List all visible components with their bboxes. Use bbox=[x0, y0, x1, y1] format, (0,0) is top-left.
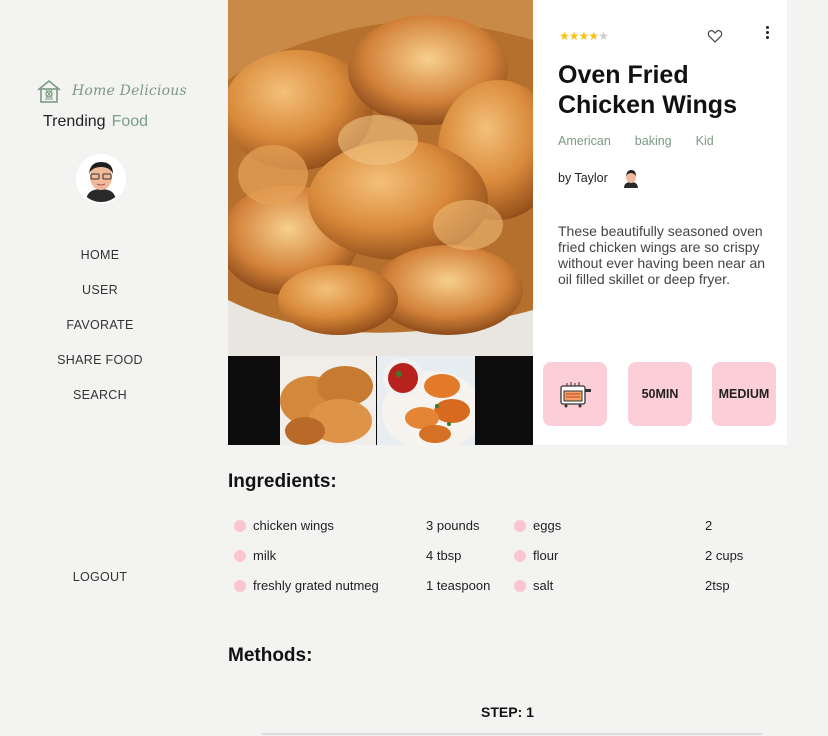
user-avatar-image bbox=[78, 156, 124, 202]
brand-logo[interactable]: Home Delicious bbox=[36, 78, 187, 104]
thumbnail-wings-image bbox=[280, 356, 376, 445]
star-icon: ★ bbox=[588, 29, 599, 43]
ingredient-qty: 4 tbsp bbox=[426, 548, 462, 563]
star-icon: ★ bbox=[578, 29, 590, 43]
recipe-hero-image bbox=[228, 0, 533, 356]
ingredient-qty: 2tsp bbox=[705, 578, 730, 593]
ingredient-name: milk bbox=[253, 548, 277, 563]
fried-chicken-photo bbox=[228, 0, 533, 356]
methods-heading: Methods: bbox=[228, 645, 313, 666]
more-options-icon[interactable] bbox=[763, 26, 771, 44]
nav-favorite[interactable]: FAVORATE bbox=[0, 316, 200, 351]
ingredient-name: chicken wings bbox=[253, 518, 334, 533]
food-label: Food bbox=[111, 113, 149, 130]
star-icon: ★ bbox=[559, 29, 570, 43]
tag[interactable]: American bbox=[558, 134, 611, 148]
ingredient-row: chicken wings 3 pounds eggs 2 bbox=[234, 518, 794, 536]
nav-search[interactable]: SEARCH bbox=[0, 386, 200, 421]
recipe-detail-card: ★★★★★ Oven Fried Chicken Wings American … bbox=[533, 0, 787, 445]
ingredient-row: milk 4 tbsp flour 2 cups bbox=[234, 548, 794, 566]
bullet-dot-icon bbox=[514, 580, 526, 592]
ingredient-qty: 2 bbox=[705, 518, 713, 533]
star-icon: ★ bbox=[568, 29, 580, 43]
bullet-dot-icon bbox=[234, 580, 246, 592]
ingredient-qty: 3 pounds bbox=[426, 518, 480, 533]
author-name: by Taylor bbox=[558, 171, 608, 185]
tag[interactable]: Kid bbox=[696, 134, 714, 148]
recipe-author[interactable]: by Taylor bbox=[558, 168, 640, 188]
nav-user[interactable]: USER bbox=[0, 281, 200, 316]
ingredient-name: eggs bbox=[533, 518, 562, 533]
user-avatar[interactable] bbox=[76, 154, 126, 204]
ingredient-qty: 2 cups bbox=[705, 548, 744, 563]
nav-home[interactable]: HOME bbox=[0, 246, 200, 281]
thumbnail-2[interactable] bbox=[377, 356, 475, 445]
difficulty-badge[interactable]: MEDIUM bbox=[712, 362, 776, 426]
sidebar: Home Delicious Trending Food HOME USER FA… bbox=[0, 0, 200, 736]
oven-icon bbox=[560, 382, 591, 408]
step-divider bbox=[262, 733, 762, 735]
ingredients-heading: Ingredients: bbox=[228, 471, 337, 492]
thumbnail-wings-sauce-image bbox=[377, 356, 475, 445]
cook-time-badge[interactable]: 50MIN bbox=[628, 362, 692, 426]
bullet-dot-icon bbox=[234, 550, 246, 562]
rating-stars: ★★★★★ bbox=[559, 29, 609, 43]
half-star-icon: ★ bbox=[598, 29, 609, 43]
recipe-info-row: 50MIN MEDIUM bbox=[543, 362, 783, 426]
ingredient-name: salt bbox=[533, 578, 554, 593]
brand-name: Home Delicious bbox=[72, 83, 187, 99]
ingredient-name: flour bbox=[533, 548, 559, 563]
recipe-tags: American baking Kid bbox=[558, 134, 738, 148]
step-label: STEP: 1 bbox=[481, 704, 534, 720]
recipe-title: Oven Fried Chicken Wings bbox=[558, 61, 737, 119]
house-logo-icon bbox=[37, 79, 61, 103]
trending-label: Trending bbox=[43, 113, 106, 130]
ingredient-row: freshly grated nutmeg 1 teaspoon salt 2t… bbox=[234, 578, 794, 596]
bullet-dot-icon bbox=[514, 550, 526, 562]
equipment-badge[interactable] bbox=[543, 362, 607, 426]
ingredient-name: freshly grated nutmeg bbox=[253, 578, 379, 593]
ingredient-qty: 1 teaspoon bbox=[426, 578, 491, 593]
tag[interactable]: baking bbox=[635, 134, 672, 148]
bullet-dot-icon bbox=[514, 520, 526, 532]
trending-food-heading: Trending Food bbox=[43, 113, 148, 131]
main-nav: HOME USER FAVORATE SHARE FOOD SEARCH bbox=[0, 246, 200, 421]
bullet-dot-icon bbox=[234, 520, 246, 532]
nav-share-food[interactable]: SHARE FOOD bbox=[0, 351, 200, 386]
thumbnail-1[interactable] bbox=[280, 356, 376, 445]
thumbnail-strip bbox=[228, 356, 533, 445]
favorite-heart-icon[interactable] bbox=[707, 28, 723, 44]
author-avatar bbox=[621, 168, 640, 188]
logout-link[interactable]: LOGOUT bbox=[0, 570, 200, 584]
recipe-description: These beautifully seasoned oven fried ch… bbox=[558, 223, 766, 287]
